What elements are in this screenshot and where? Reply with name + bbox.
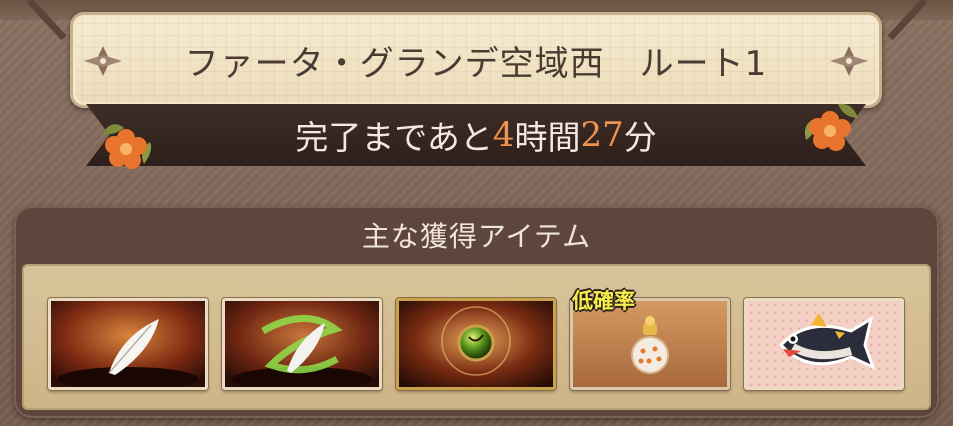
- hours-value: 4: [492, 115, 515, 155]
- time-remaining: 完了まであと 4 時間 27 分: [86, 104, 866, 166]
- green-wind-feather-icon: [225, 301, 379, 387]
- low-probability-badge: 低確率: [572, 289, 635, 313]
- green-orb-icon: [399, 301, 553, 387]
- items-panel-header: 主な獲得アイテム: [361, 220, 592, 253]
- reward-item-2[interactable]: [222, 298, 382, 390]
- minutes-unit: 分: [623, 118, 657, 157]
- reward-item-1[interactable]: [48, 298, 208, 390]
- time-remaining-prefix: 完了まであと: [295, 118, 493, 157]
- reward-item-3[interactable]: [396, 298, 556, 390]
- white-feather-icon: [51, 301, 205, 387]
- reward-item-5[interactable]: [744, 298, 904, 390]
- minutes-value: 27: [580, 115, 624, 155]
- flower-decoration-icon: [804, 103, 858, 151]
- hours-unit: 時間: [514, 118, 581, 157]
- tuna-fish-icon: [747, 301, 901, 387]
- flower-decoration-icon: [102, 124, 152, 169]
- route-title: ファータ・グランデ空域西 ルート1: [184, 43, 768, 84]
